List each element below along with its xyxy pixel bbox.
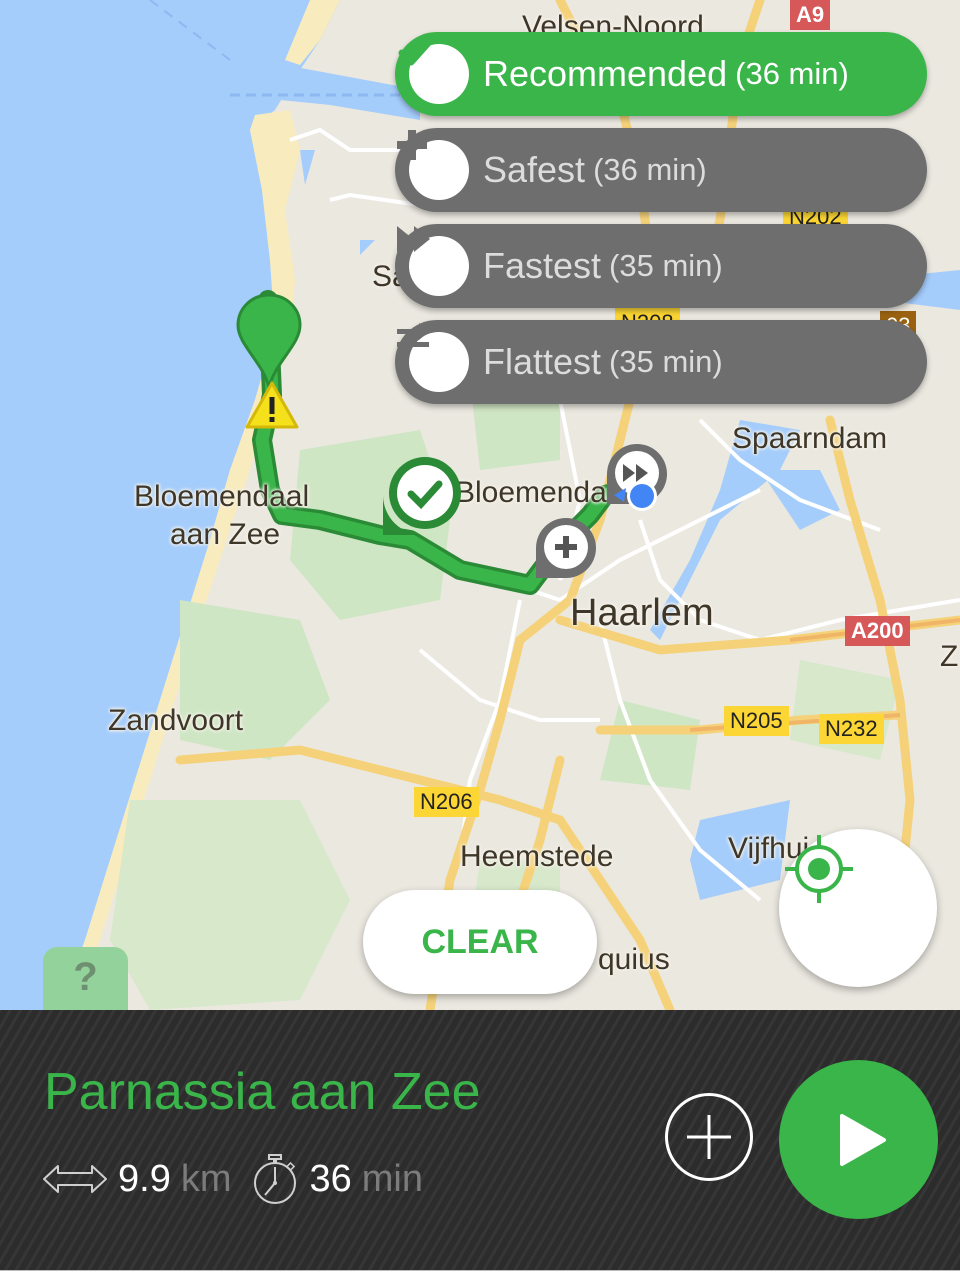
route-option-flattest[interactable]: Flattest (35 min): [395, 320, 927, 404]
road-shield-n206: N206: [414, 787, 479, 817]
check-icon: [398, 39, 469, 104]
add-stop-button[interactable]: [665, 1093, 753, 1181]
destination-name: Parnassia aan Zee: [44, 1063, 481, 1121]
clear-button[interactable]: CLEAR: [363, 890, 597, 994]
route-option-label: Flattest: [483, 341, 602, 382]
route-option-safest[interactable]: Safest (36 min): [395, 128, 927, 212]
destination-pin-icon[interactable]: [236, 293, 302, 389]
current-location-icon: [614, 481, 657, 511]
my-location-button[interactable]: [779, 829, 937, 987]
place-label-zwanenburg: Z: [940, 640, 959, 673]
safest-route-marker-icon[interactable]: [534, 516, 598, 580]
route-option-time: (35 min): [609, 344, 723, 379]
route-option-time: (36 min): [593, 152, 707, 187]
distance-arrows-icon: [43, 1165, 107, 1193]
road-shield-n205: N205: [724, 706, 789, 736]
place-label-heemstede: Heemstede: [460, 840, 614, 873]
place-label-zandvoort: Zandvoort: [108, 704, 244, 737]
duration-unit: min: [361, 1157, 423, 1200]
route-option-label: Recommended: [483, 53, 728, 94]
recommended-route-marker-icon[interactable]: [380, 453, 466, 539]
distance-value: 9.9: [118, 1157, 171, 1200]
road-shield-a200: A200: [845, 616, 910, 646]
place-label-cruquius: quius: [598, 943, 670, 976]
place-label-spaarndam: Spaarndam: [732, 422, 888, 455]
route-option-time: (36 min): [735, 56, 849, 91]
stopwatch-icon: [254, 1154, 297, 1204]
warning-icon[interactable]: [244, 380, 300, 430]
route-option-recommended[interactable]: Recommended (36 min): [395, 32, 927, 116]
distance-unit: km: [180, 1157, 232, 1200]
place-label-bloemendaal-aan-zee-1: Bloemendaal: [134, 480, 310, 513]
place-label-bloemendaal-aan-zee-2: aan Zee: [170, 518, 281, 551]
route-option-fastest[interactable]: Fastest (35 min): [395, 224, 927, 308]
plus-icon: [397, 130, 469, 200]
start-navigation-button[interactable]: [779, 1060, 938, 1219]
route-stats: 9.9 km 36 min: [42, 1152, 423, 1206]
nav-bar-edge: [0, 1270, 960, 1281]
plus-icon: [687, 1115, 731, 1159]
road-shield-a9: A9: [790, 0, 831, 30]
place-label-bloemendaal: Bloemendaal: [455, 476, 631, 509]
map-view[interactable]: Velsen-Noord Sa Bloemendaal aan Zee Bloe…: [0, 0, 960, 1010]
help-button[interactable]: ?: [43, 947, 128, 1010]
route-option-time: (35 min): [609, 248, 723, 283]
fast-forward-icon: [397, 226, 469, 296]
crosshair-icon: [785, 835, 853, 903]
route-option-label: Fastest: [483, 245, 602, 286]
road-shield-n232: N232: [819, 714, 884, 744]
play-icon: [839, 1113, 886, 1166]
flat-arrow-icon: [397, 323, 469, 392]
route-option-label: Safest: [483, 149, 586, 190]
duration-value: 36: [309, 1157, 352, 1200]
place-label-haarlem: Haarlem: [570, 592, 714, 634]
